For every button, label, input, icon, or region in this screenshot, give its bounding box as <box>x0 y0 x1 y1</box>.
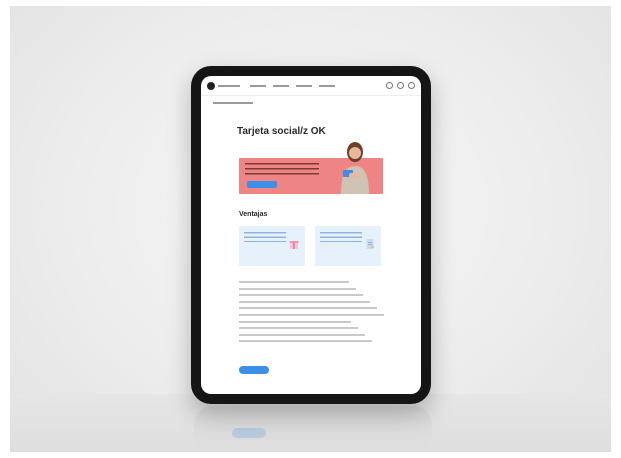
nav-item-3[interactable] <box>296 84 312 87</box>
list-item <box>239 320 351 323</box>
gift-icon <box>289 241 299 249</box>
breadcrumb[interactable] <box>213 102 253 104</box>
user-icon[interactable] <box>397 82 404 89</box>
list-item <box>239 333 365 336</box>
nav-item-4[interactable] <box>319 84 335 87</box>
list-item <box>239 281 349 283</box>
reflected-button <box>232 428 266 438</box>
tablet-device: Tarjeta social/z OK Ventajas <box>191 66 431 404</box>
list-item <box>239 294 363 297</box>
banner-text <box>245 163 319 177</box>
woman-with-card-image <box>341 142 369 194</box>
benefit-card-text <box>320 232 362 244</box>
list-item <box>239 327 358 330</box>
photo-backdrop: Tarjeta social/z OK Ventajas <box>10 6 611 452</box>
logo-icon[interactable] <box>207 81 215 90</box>
banner-button[interactable] <box>247 181 277 188</box>
benefit-card-2[interactable] <box>315 226 381 266</box>
benefits-list <box>239 281 389 347</box>
promo-banner <box>239 142 383 194</box>
benefit-card-1[interactable] <box>239 226 305 266</box>
page-title: Tarjeta social/z OK <box>237 126 326 137</box>
list-item <box>239 313 384 316</box>
list-item <box>239 307 377 310</box>
list-item <box>239 287 356 290</box>
header-icons <box>386 82 415 89</box>
nav-item-1[interactable] <box>250 84 266 87</box>
list-item <box>239 340 372 343</box>
nav-item-2[interactable] <box>273 84 289 87</box>
site-header <box>201 76 421 96</box>
document-icon <box>366 239 374 249</box>
tablet-reflection <box>194 406 432 452</box>
tablet-screen: Tarjeta social/z OK Ventajas <box>201 76 421 394</box>
more-info-button[interactable] <box>239 366 269 374</box>
section-title: Ventajas <box>239 211 268 218</box>
list-item <box>239 300 370 303</box>
menu-icon[interactable] <box>408 82 415 89</box>
search-icon[interactable] <box>386 82 393 89</box>
main-nav <box>250 84 335 87</box>
benefit-card-text <box>244 232 286 244</box>
brand-name[interactable] <box>218 84 240 87</box>
